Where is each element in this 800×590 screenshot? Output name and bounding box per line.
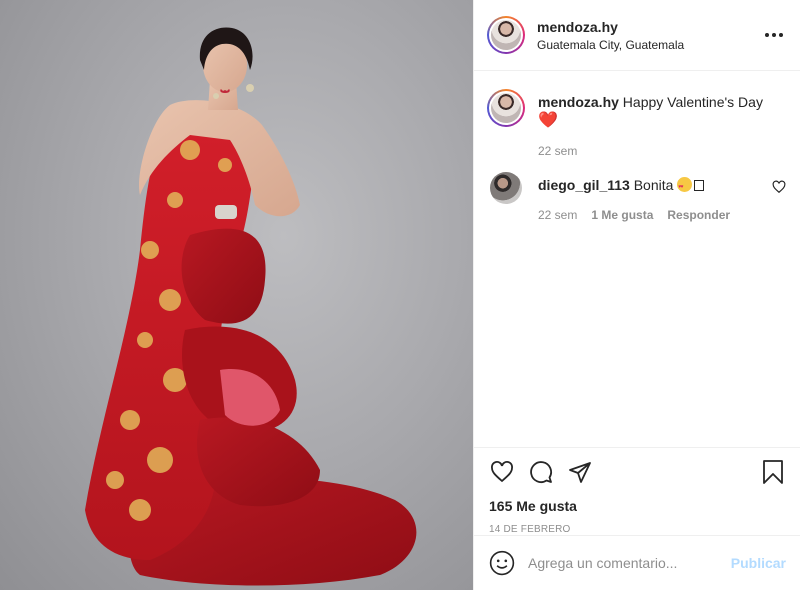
commenter-username[interactable]: diego_gil_113 — [538, 177, 630, 193]
comment-icon[interactable] — [528, 459, 554, 485]
commenter-avatar[interactable] — [490, 172, 522, 204]
author-avatar[interactable] — [487, 16, 525, 54]
caption: mendoza.hy Happy Valentine's Day ❤️ 22 s… — [487, 89, 786, 158]
comments-list: mendoza.hy Happy Valentine's Day ❤️ 22 s… — [474, 71, 800, 447]
caption-username[interactable]: mendoza.hy — [538, 94, 619, 110]
post-header: mendoza.hy Guatemala City, Guatemala — [474, 0, 800, 71]
comment-item: diego_gil_113 Bonita 22 sem 1 Me gusta R… — [487, 172, 786, 222]
comment-input[interactable] — [528, 555, 731, 571]
add-comment-bar: Publicar — [474, 535, 800, 590]
comment-heart-icon[interactable] — [772, 180, 786, 194]
post-actions: 165 Me gusta 14 de febrero — [474, 447, 800, 535]
heart-eyes-emoji — [677, 177, 693, 196]
comment-likes[interactable]: 1 Me gusta — [591, 208, 653, 222]
reply-button[interactable]: Responder — [667, 208, 730, 222]
caption-text: Happy Valentine's Day — [622, 94, 763, 110]
post-side-panel: mendoza.hy Guatemala City, Guatemala men… — [473, 0, 800, 590]
heart-icon[interactable] — [489, 459, 515, 485]
share-icon[interactable] — [567, 459, 593, 485]
likes-count[interactable]: 165 Me gusta — [489, 498, 786, 514]
publish-button[interactable]: Publicar — [731, 555, 786, 571]
photo-illustration — [85, 27, 417, 586]
bookmark-icon[interactable] — [760, 459, 786, 485]
comment-time[interactable]: 22 sem — [538, 208, 577, 222]
post-photo[interactable] — [0, 0, 473, 590]
unknown-glyph-icon — [694, 180, 705, 191]
comment-text: Bonita — [633, 177, 674, 193]
caption-time[interactable]: 22 sem — [538, 144, 577, 158]
author-username[interactable]: mendoza.hy — [537, 19, 762, 35]
post-date[interactable]: 14 de febrero — [489, 524, 786, 535]
more-icon[interactable] — [762, 23, 786, 47]
red-heart-emoji: ❤️ — [538, 112, 558, 129]
caption-avatar[interactable] — [487, 89, 525, 127]
post-location[interactable]: Guatemala City, Guatemala — [537, 38, 762, 52]
emoji-icon[interactable] — [489, 550, 515, 576]
